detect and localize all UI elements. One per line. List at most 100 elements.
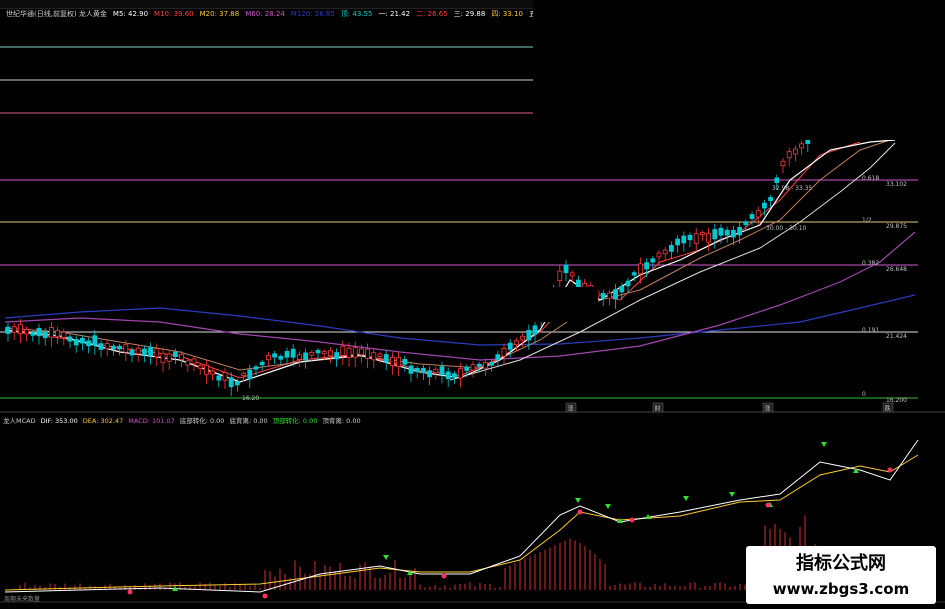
watermark-line1: 指标公式网 [796, 553, 886, 574]
candle-body [141, 348, 147, 355]
turn-signal-icon [127, 589, 133, 595]
redacted-area-top [533, 0, 945, 140]
candle-body [414, 367, 420, 373]
candle-body [278, 356, 284, 360]
candle-body [303, 352, 309, 361]
candle-body [123, 344, 129, 353]
candle-body [501, 347, 507, 357]
candle-body [526, 329, 532, 341]
candle-body [148, 347, 154, 356]
candle-body [228, 377, 234, 388]
candle-body [203, 364, 209, 375]
candle-body [172, 351, 178, 358]
candle-body [358, 348, 364, 356]
candle-body [327, 350, 333, 357]
candle-body [253, 366, 259, 370]
candle-body [631, 272, 637, 276]
candle-body [191, 358, 197, 365]
candle-body [129, 350, 135, 356]
candle-body [780, 160, 786, 167]
buy-signal-icon [617, 518, 623, 523]
candle-body [613, 289, 618, 300]
candle-body [383, 354, 389, 363]
sell-signal-icon [383, 555, 389, 560]
turn-signal-icon [577, 509, 583, 515]
candle-body [284, 350, 290, 358]
turn-signal-icon [765, 502, 771, 508]
candle-body [55, 330, 60, 337]
candle-body [216, 375, 222, 381]
candle-body [569, 272, 575, 277]
candle-body [396, 357, 402, 367]
candle-body [706, 232, 711, 243]
watermark-line2: www.zbgs3.com [772, 580, 910, 598]
sell-signal-icon [729, 492, 735, 497]
candle-body [185, 360, 191, 366]
candle-body [693, 233, 699, 244]
candle-body [799, 143, 804, 149]
candle-body [36, 328, 42, 337]
candle-body [309, 352, 315, 356]
level-price-0: 33.102 [886, 181, 907, 188]
candle-body [179, 354, 185, 360]
candle-body [650, 258, 656, 263]
candle-body [154, 348, 160, 358]
level-ratio-3: 0.191 [862, 327, 879, 334]
candle-body [774, 177, 780, 183]
macd-legend-item-4: 底部转化: 0.00 [179, 417, 225, 425]
sell-signal-icon [575, 498, 581, 503]
candle-body [495, 354, 501, 361]
redacted-area-middle [348, 287, 598, 322]
candle-body [762, 202, 767, 209]
event-markers: 涨财涨跌 [565, 402, 894, 413]
turn-signal-icon [441, 573, 447, 579]
candle-body [507, 342, 513, 350]
candle-body [265, 354, 271, 361]
event-marker-2: 涨 [765, 405, 771, 413]
candle-body [420, 367, 426, 374]
candle-body [625, 280, 631, 287]
candle-body [67, 336, 73, 342]
candle-body [61, 331, 67, 338]
candle-body [42, 331, 48, 339]
level-ratio-0: 0.618 [862, 175, 879, 182]
candle-body [241, 372, 247, 376]
candle-body [619, 286, 625, 293]
candle-body [11, 326, 17, 333]
candle-body [439, 366, 445, 375]
candle-body [718, 227, 724, 236]
macd-legend-item-7: 顶背离: 0.00 [322, 417, 361, 425]
candle-body [563, 264, 569, 274]
candle-body [470, 364, 476, 371]
candle-body [482, 362, 488, 369]
candle-body [662, 249, 668, 255]
watermark-logo: 指标公式网 www.zbgs3.com [746, 546, 936, 604]
candle-body [712, 229, 718, 240]
turn-signal-icon [629, 517, 635, 523]
candle-body [445, 371, 451, 380]
sell-signal-icon [683, 496, 689, 501]
candle-body [402, 358, 408, 365]
candle-body [259, 361, 265, 366]
candle-body [340, 345, 346, 356]
macd-legend-item-0: 龙人MCAD [3, 417, 36, 425]
low-annotation: 16.20 [242, 395, 259, 402]
candle-body [743, 221, 749, 226]
event-marker-1: 财 [655, 405, 661, 413]
candle-body [607, 292, 612, 299]
candle-body [222, 372, 228, 381]
candle-body [514, 340, 519, 346]
candle-body [532, 325, 538, 335]
candle-body [80, 338, 85, 344]
candle-body [5, 326, 11, 334]
candle-body [17, 324, 23, 335]
macd-legend-item-5: 底背离: 0.00 [229, 417, 268, 425]
macd-legend-item-6: 顶部转化: 0.00 [272, 417, 318, 425]
candle-body [197, 365, 203, 369]
candle-body [160, 352, 166, 364]
candle-body [600, 293, 606, 299]
macd-legend-item-1: DIF: 353.00 [40, 417, 78, 425]
candle-body [675, 238, 680, 246]
candle-body [92, 335, 98, 346]
candle-body [576, 279, 581, 288]
